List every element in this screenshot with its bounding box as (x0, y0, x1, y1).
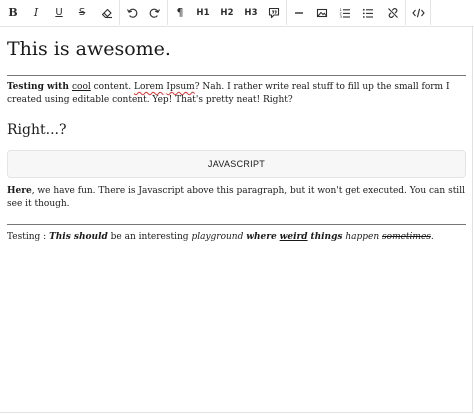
bold-button[interactable]: B (4, 0, 22, 25)
quote-button[interactable] (264, 0, 284, 25)
h3-button[interactable]: H3 (240, 0, 262, 25)
bold-label: B (8, 6, 18, 19)
ordered-list-icon: 1 2 3 (340, 7, 350, 19)
code-view-button[interactable] (408, 0, 428, 25)
second-paragraph: Here, we have fun. There is Javascript a… (7, 185, 466, 211)
subheading: Right...? (7, 122, 67, 138)
italic-text: happen (345, 232, 380, 242)
unordered-list-button[interactable] (358, 0, 378, 25)
quote-icon (268, 7, 280, 18)
misspelled-word: Lorem (133, 82, 164, 92)
toolbar-separator (167, 0, 168, 25)
bold-italic-underlined-text: weird (279, 232, 308, 242)
horizontal-rule-icon (295, 11, 303, 14)
italic-text: playground (191, 232, 244, 242)
horizontal-rule (7, 224, 466, 225)
code-block-label: JAVASCRIPT (207, 159, 266, 169)
bold-italic-text: This should (49, 232, 108, 242)
h1-label: H1 (196, 7, 210, 18)
strikethrough-italic-text: sometimes (382, 232, 431, 242)
third-paragraph: Testing : This should be an interesting … (7, 231, 466, 244)
h2-label: H2 (220, 7, 234, 18)
text-run: , we have fun. There is Javascript above… (7, 186, 465, 209)
undo-button[interactable] (122, 0, 142, 25)
paragraph-label: ¶ (176, 6, 184, 19)
strikethrough-button[interactable]: S (73, 0, 91, 25)
unlink-button[interactable] (382, 0, 404, 25)
image-button[interactable] (312, 0, 332, 25)
toolbar-separator (430, 0, 431, 25)
unlink-icon (388, 7, 398, 18)
page-title: This is awesome. (7, 38, 171, 60)
italic-button[interactable]: I (27, 0, 45, 25)
strikethrough-label: S (78, 7, 86, 18)
text-run: Testing : (7, 232, 50, 242)
code-icon (411, 8, 425, 17)
toolbar-separator (405, 0, 406, 25)
code-block: JAVASCRIPT (7, 150, 466, 178)
text-run: content. (90, 82, 134, 92)
bold-text: Here (7, 186, 32, 196)
image-icon (316, 8, 328, 17)
clear-format-button[interactable] (97, 0, 117, 25)
horizontal-rule-button[interactable] (289, 0, 309, 25)
undo-icon (127, 8, 138, 18)
eraser-icon (101, 8, 112, 18)
text-run: be an (107, 232, 139, 242)
underline-label: U (55, 7, 63, 18)
redo-button[interactable] (145, 0, 165, 25)
h1-button[interactable]: H1 (193, 0, 213, 25)
h3-label: H3 (244, 7, 258, 18)
horizontal-rule (7, 75, 466, 76)
intro-paragraph: Testing with cool content. Lorem Ipsum? … (7, 81, 466, 107)
toolbar-separator (119, 0, 120, 25)
unordered-list-icon (362, 8, 373, 18)
toolbar-separator (286, 0, 287, 25)
redo-icon (149, 8, 160, 18)
underline-button[interactable]: U (50, 0, 68, 25)
misspelled-word: Ipsum (166, 82, 195, 92)
bold-italic-text: where (246, 232, 277, 242)
svg-text:3: 3 (340, 14, 343, 19)
bold-italic-text: things (310, 232, 343, 242)
underlined-text: cool (72, 82, 91, 92)
h2-button[interactable]: H2 (216, 0, 238, 25)
ordered-list-button[interactable]: 1 2 3 (335, 0, 355, 25)
text-run: . (430, 232, 434, 242)
bold-text: Testing with (7, 82, 73, 92)
paragraph-button[interactable]: ¶ (170, 0, 190, 25)
text-run: interesting (138, 232, 189, 242)
editor-toolbar: B I U S ¶ H1 H2 H3 1 2 3 (0, 0, 474, 27)
italic-label: I (33, 6, 39, 19)
